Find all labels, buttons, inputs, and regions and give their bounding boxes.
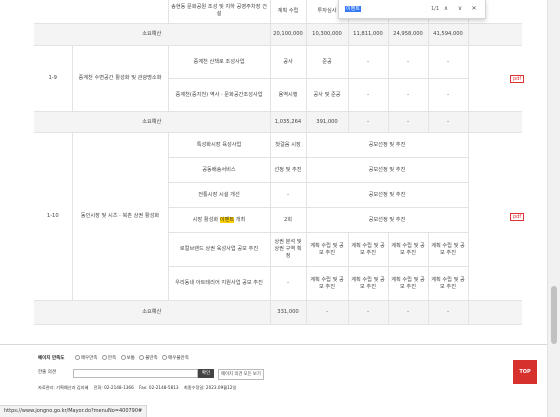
- year-cell: 준공: [305, 45, 348, 79]
- page-content: 송현동 문화공원 조성 및 지하 공영주차장 건설 계획 수립 투자심사 소요예…: [0, 0, 548, 417]
- budget-row: 소요예산 20,100,000 10,300,000 11,811,000 24…: [34, 23, 522, 46]
- status-bar-url: https://www.jongno.go.kr/Mayor.do?menuNo…: [0, 405, 148, 417]
- plan-table: 송현동 문화공원 조성 및 지하 공영주차장 건설 계획 수립 투자심사 소요예…: [34, 0, 525, 325]
- budget-2023: 11,811,000: [347, 23, 388, 46]
- budget-total: 331,000: [269, 300, 306, 325]
- match-count: 1/1: [431, 6, 440, 12]
- status-cell: 용역시행: [269, 78, 306, 112]
- merged-plan-cell: 공모선정 및 추진: [305, 207, 468, 233]
- status-cell: 첫걸음 시장: [269, 132, 306, 158]
- opinion-input[interactable]: [73, 369, 198, 378]
- merged-plan-cell: 공모선정 및 추진: [305, 132, 468, 158]
- radio-button[interactable]: [101, 355, 107, 360]
- budget-label: 소요예산: [34, 300, 270, 325]
- status-cell: 계획 수립: [269, 0, 306, 24]
- project-cell: 중계천 산책로 조성사업: [167, 45, 270, 79]
- view-all-opinions-button[interactable]: 페이지 의견 모든 보기: [218, 369, 264, 380]
- radio-button[interactable]: [120, 355, 126, 360]
- project-cell: 우리동네 아트테리어 지원사업 공모 추진: [167, 266, 270, 301]
- project-cell: 전통시장 시설 개선: [167, 182, 270, 208]
- satisfaction-label: 페이지 만족도: [38, 356, 65, 361]
- satisfaction-survey: 페이지 만족도 매우만족 만족 보통 불만족 매우불만족: [38, 355, 189, 361]
- pdf-download-link[interactable]: pdf: [510, 74, 525, 83]
- table-row: 1-9 중계천 수변공간 활성화 및 관광명소화 중계천 산책로 조성사업 공사…: [34, 45, 525, 112]
- phone-number: 전화: 02-2148-1366: [93, 385, 134, 390]
- radio-button[interactable]: [74, 355, 80, 360]
- status-cell: 공사: [269, 45, 306, 79]
- item-number: 1-9: [34, 45, 72, 112]
- goal-cell: 중계천 수변공간 활성화 및 관광명소화: [71, 45, 168, 112]
- budget-row: 소요예산 1,035,264 391,000 - - -: [34, 111, 522, 133]
- search-highlight: 이벤트: [219, 216, 235, 223]
- radio-button[interactable]: [162, 355, 168, 360]
- confirm-button[interactable]: 확인: [198, 369, 214, 378]
- contact-info: 자료관리: 기획예산과 김지혜 전화: 02-2148-1366 Fax: 02…: [38, 385, 236, 391]
- budget-row: 소요예산 331,000 - - - -: [34, 300, 522, 325]
- goal-cell: 동인시장 및 시츠 · 북촌 상권 활성화: [71, 132, 168, 301]
- budget-total: 1,035,264: [269, 111, 306, 133]
- project-cell: 로컬브랜드 상권 육성사업 공모 추진: [167, 232, 270, 267]
- last-updated: 최종수정일: 2023.09월12일: [183, 385, 237, 390]
- budget-2024: 24,958,000: [387, 23, 428, 46]
- budget-total: 20,100,000: [269, 23, 306, 46]
- status-cell: 선정 및 추진: [269, 157, 306, 183]
- next-match-icon[interactable]: ∨: [455, 4, 465, 14]
- merged-plan-cell: 공모선정 및 추진: [305, 157, 468, 183]
- project-cell: 송현동 문화공원 조성 및 지하 공영주차장 건설: [167, 0, 270, 24]
- vertical-scrollbar[interactable]: [547, 0, 560, 417]
- pdf-download-link[interactable]: pdf: [510, 212, 525, 221]
- table-row: 1-10 동인시장 및 시츠 · 북촌 상권 활성화 특성화시장 육성사업 첫걸…: [34, 132, 525, 301]
- year-cell: 공사 및 준공: [305, 78, 348, 112]
- budget-label: 소요예산: [34, 111, 270, 133]
- fax-number: Fax: 02-2148-5813: [139, 385, 179, 390]
- budget-2022: 10,300,000: [305, 23, 348, 46]
- merged-plan-cell: 공모선정 및 추진: [305, 182, 468, 208]
- project-cell: 시장 활성화 이벤트 개최: [167, 207, 270, 233]
- project-cell: 중계천(중지천) 역사 · 문화공간조성사업: [167, 78, 270, 112]
- budget-2025: 41,594,000: [427, 23, 468, 46]
- radio-button[interactable]: [139, 355, 145, 360]
- close-icon[interactable]: ✕: [469, 4, 479, 14]
- project-cell: 공동배송서비스: [167, 157, 270, 183]
- status-cell: -: [269, 266, 306, 301]
- department: 자료관리: 기획예산과 김지혜: [38, 385, 89, 390]
- scroll-to-top-button[interactable]: TOP: [513, 360, 537, 384]
- scrollbar-thumb[interactable]: [551, 286, 557, 344]
- budget-label: 소요예산: [34, 23, 270, 46]
- opinion-label: 한줄 의견: [38, 370, 56, 375]
- find-input[interactable]: 이벤트: [345, 4, 429, 14]
- status-cell: 상권 분석 및 상권 구역 획정: [269, 232, 306, 267]
- status-cell: -: [269, 182, 306, 208]
- budget-2022: 391,000: [305, 111, 348, 133]
- previous-match-icon[interactable]: ∧: [441, 4, 451, 14]
- project-cell: 특성화시장 육성사업: [167, 132, 270, 158]
- status-cell: 2회: [269, 207, 306, 233]
- item-number: 1-10: [34, 132, 72, 301]
- find-in-page-bar: 이벤트 1/1 ∧ ∨ ✕: [338, 0, 486, 19]
